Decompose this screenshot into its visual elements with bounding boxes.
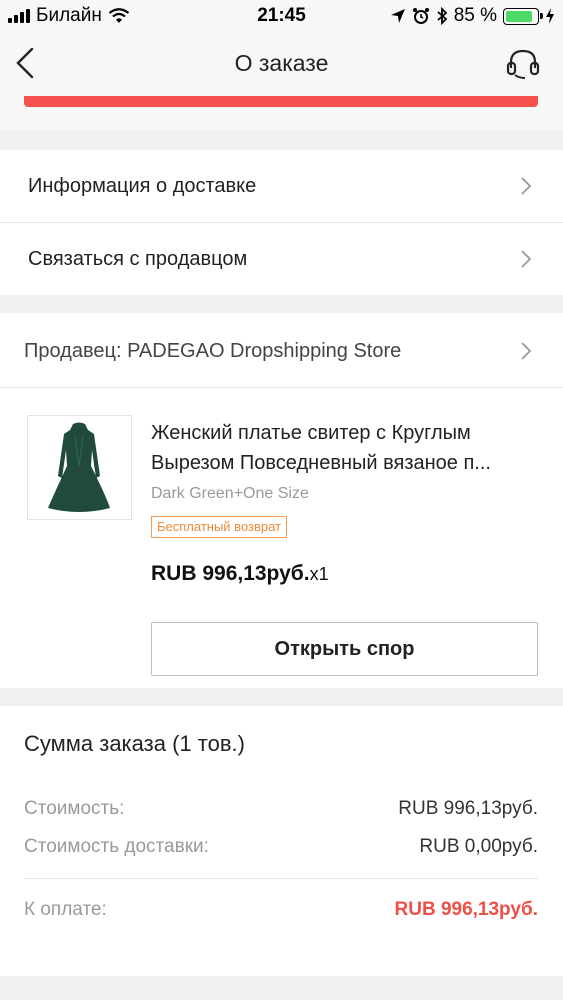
shipping-label: Стоимость доставки: <box>24 836 209 857</box>
charging-icon <box>546 8 554 24</box>
seller-row[interactable]: Продавец: PADEGAO Dropshipping Store <box>0 315 563 387</box>
seller-name: Продавец: PADEGAO Dropshipping Store <box>24 339 402 362</box>
dress-image <box>48 422 110 512</box>
page-title: О заказе <box>234 50 329 76</box>
chevron-right-icon <box>521 177 532 195</box>
total-row: К оплате: RUB 996,13руб. <box>24 899 538 921</box>
summary-title: Сумма заказа (1 тов.) <box>24 731 245 756</box>
total-value: RUB 996,13руб. <box>394 899 539 920</box>
battery-percent: 85 % <box>453 5 497 26</box>
product-image[interactable] <box>27 415 132 520</box>
product-price: RUB 996,13руб.x1 <box>151 562 329 586</box>
delivery-info-label: Информация о доставке <box>28 174 257 197</box>
total-label: К оплате: <box>24 899 107 920</box>
cost-row: Стоимость: RUB 996,13руб. <box>24 798 538 820</box>
battery-icon <box>503 7 543 25</box>
status-progress-bar <box>24 96 538 107</box>
delivery-info-row[interactable]: Информация о доставке <box>0 150 563 222</box>
chevron-right-icon <box>521 342 532 360</box>
cost-label: Стоимость: <box>24 798 125 819</box>
price-value: RUB 996,13руб. <box>151 562 310 585</box>
alarm-icon <box>412 8 429 24</box>
contact-seller-row[interactable]: Связаться с продавцом <box>0 223 563 295</box>
status-bar: Билайн 21:45 85 % <box>0 0 563 32</box>
open-dispute-button[interactable]: Открыть спор <box>151 622 538 676</box>
menu-card: Информация о доставке Связаться с продав… <box>0 150 563 295</box>
product-variant: Dark Green+One Size <box>151 485 309 502</box>
free-return-badge: Бесплатный возврат <box>151 516 288 538</box>
chevron-right-icon <box>521 250 532 268</box>
location-arrow-icon <box>390 9 405 23</box>
product-title[interactable]: Женский платье свитер с Круглым Вырезом … <box>151 418 541 478</box>
nav-bar: О заказе <box>0 32 563 96</box>
contact-seller-label: Связаться с продавцом <box>28 247 248 270</box>
bluetooth-icon <box>437 7 448 25</box>
divider <box>24 878 538 879</box>
headset-icon[interactable] <box>505 46 541 82</box>
cost-value: RUB 996,13руб. <box>398 798 538 819</box>
divider <box>0 387 563 388</box>
shipping-value: RUB 0,00руб. <box>419 836 538 857</box>
quantity: x1 <box>309 564 329 584</box>
status-bar-right: 85 % <box>390 5 555 27</box>
shipping-row: Стоимость доставки: RUB 0,00руб. <box>24 836 538 858</box>
